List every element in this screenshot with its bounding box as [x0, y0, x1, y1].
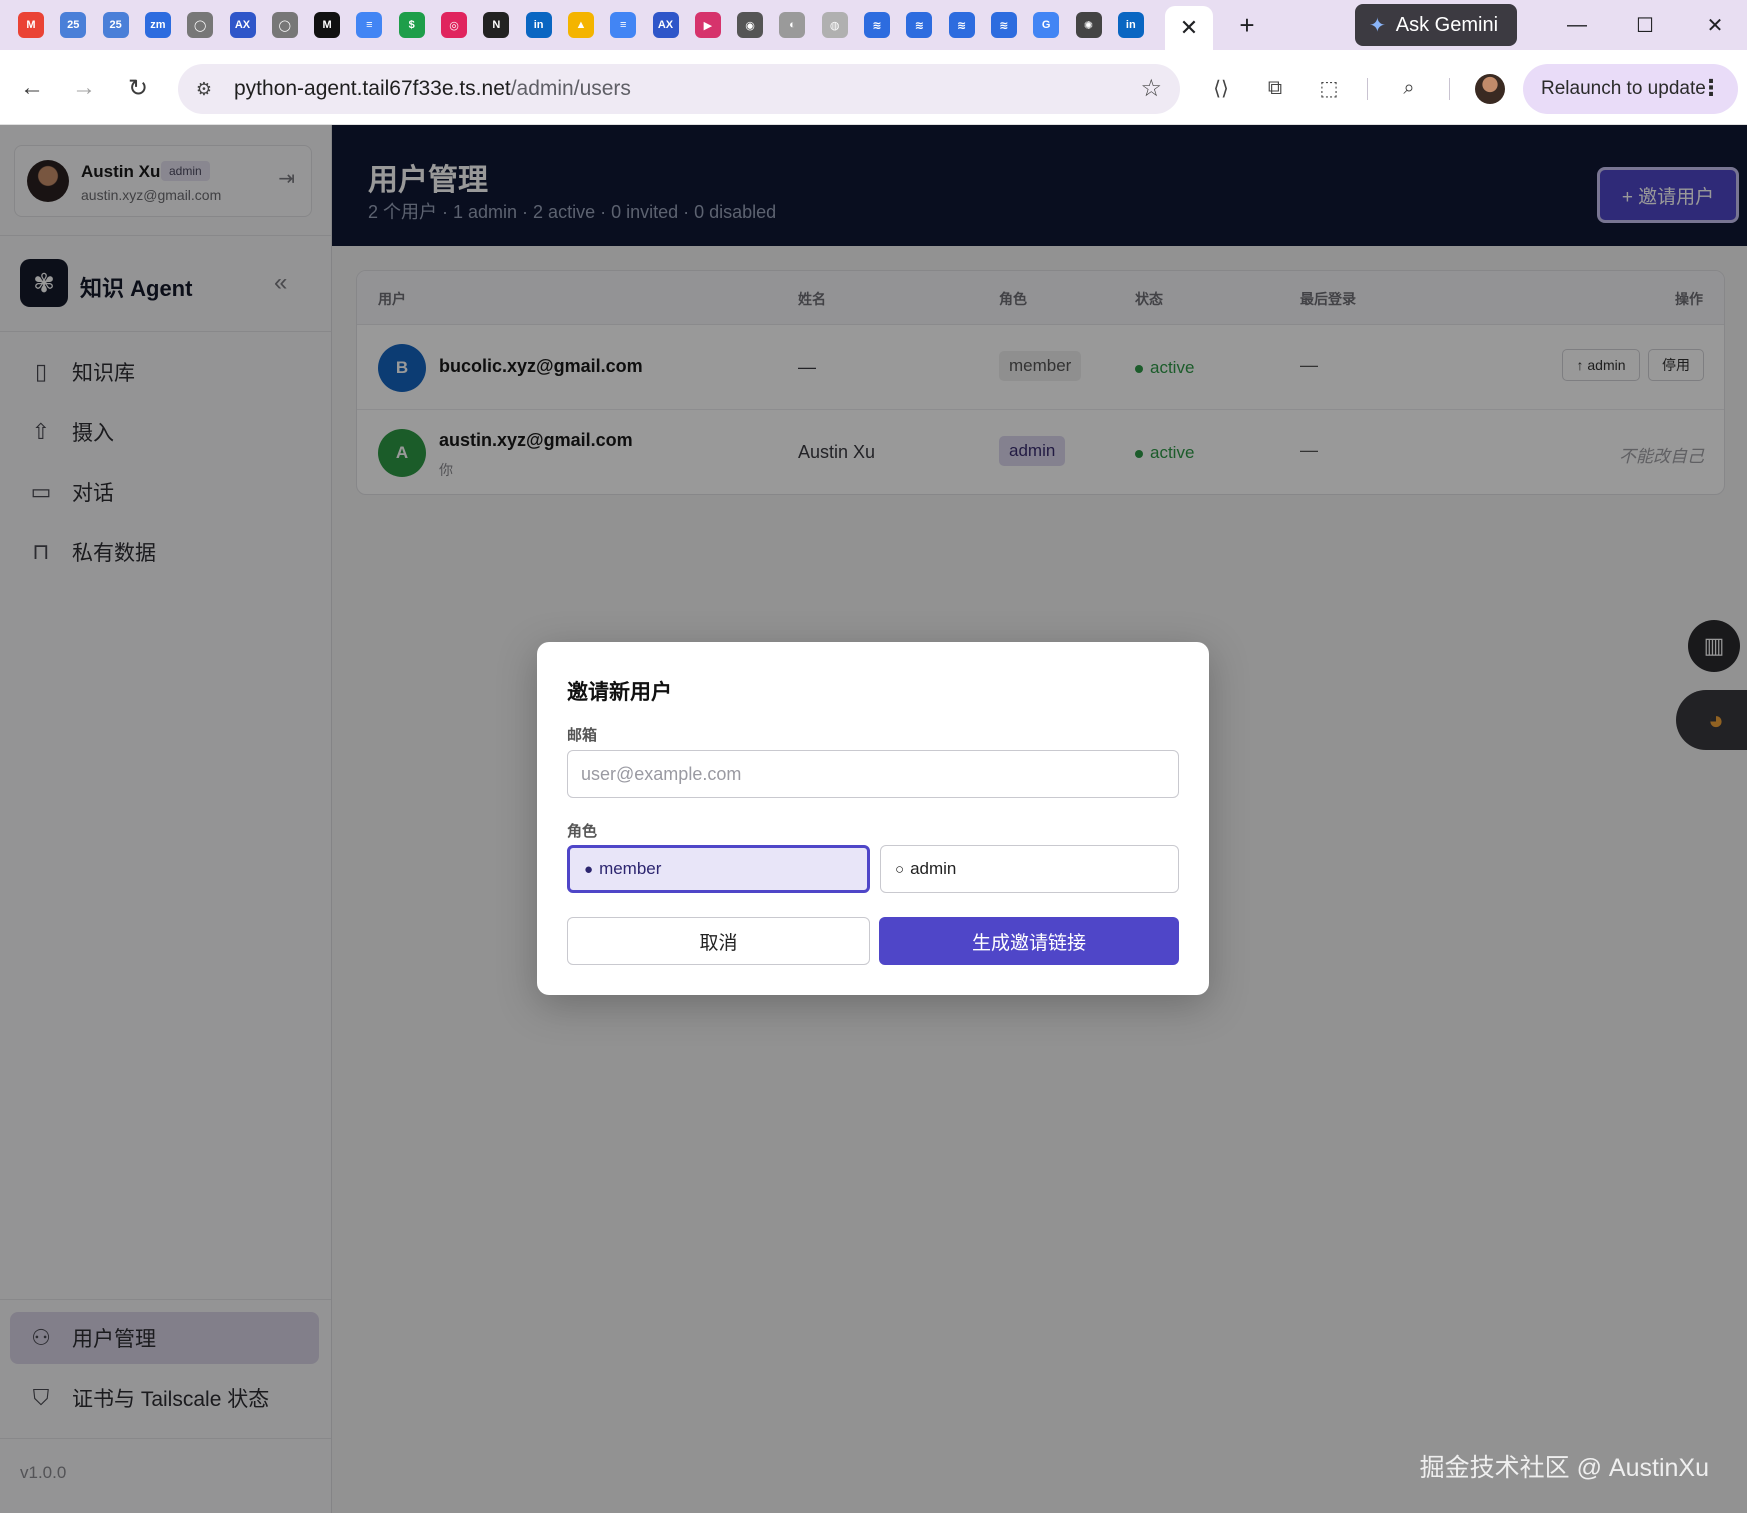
- role-field-label: 角色: [567, 823, 598, 840]
- lifebuoy-icon[interactable]: ◎: [441, 12, 467, 38]
- chrome-icon[interactable]: ◉: [737, 12, 764, 38]
- role-option-admin[interactable]: ○ admin: [880, 845, 1179, 893]
- linkedin-icon[interactable]: in: [1117, 12, 1144, 38]
- minimize-window-button[interactable]: —: [1552, 8, 1602, 42]
- calendar-icon[interactable]: 25: [60, 12, 87, 38]
- extension-code-icon[interactable]: ⟨⟩: [1205, 72, 1237, 104]
- site-info-icon[interactable]: ⚙: [190, 75, 218, 103]
- dollar-icon[interactable]: $: [398, 12, 425, 38]
- maximize-window-button[interactable]: ☐: [1620, 8, 1670, 42]
- forward-button[interactable]: →: [64, 68, 104, 108]
- ask-gemini-label: Ask Gemini: [1395, 13, 1499, 36]
- ax-icon[interactable]: AX: [652, 12, 679, 38]
- new-tab-button[interactable]: +: [1230, 8, 1264, 42]
- play-icon[interactable]: ▶: [694, 12, 721, 38]
- layers-icon[interactable]: ≋: [864, 12, 890, 38]
- fingerprint-icon[interactable]: ◍: [821, 12, 848, 38]
- profile-avatar[interactable]: [1475, 74, 1505, 104]
- gmail-icon[interactable]: M: [18, 12, 44, 38]
- radio-unselected-icon: ○: [895, 860, 905, 878]
- url-host: python-agent.tail67f33e.ts.net: [234, 77, 511, 100]
- globe-icon[interactable]: ◐: [779, 12, 806, 38]
- generate-invite-link-button[interactable]: 生成邀请链接: [879, 917, 1179, 965]
- openai-icon[interactable]: ✺: [1075, 12, 1102, 38]
- docs-icon[interactable]: ≡: [610, 12, 637, 38]
- gemini-sparkle-icon: ✦: [1369, 14, 1386, 37]
- ax-icon[interactable]: AX: [229, 12, 256, 38]
- watermark-text: 掘金技术社区 @ AustinXu: [1419, 1454, 1709, 1482]
- extensions-puzzle-icon[interactable]: ⬚: [1313, 72, 1345, 104]
- browser-tab-strip: M 25 25 zm ◯ AX ◯ M ≡ $ ◎ Nin ▲ ≡ AX ▶ ◉ ◐ ◍ ≋ ≋ ≋ ≋ G ✺ in ✕ + ✦…: [0, 0, 1747, 50]
- cancel-button[interactable]: 取消: [567, 917, 870, 965]
- dialog-title: 邀请新用户: [567, 681, 672, 704]
- linkedin-icon[interactable]: in: [525, 12, 552, 38]
- email-field[interactable]: [567, 750, 1179, 798]
- email-field-label: 邮箱: [567, 727, 598, 744]
- reload-button[interactable]: ↻: [118, 68, 158, 108]
- github-icon[interactable]: ◯: [187, 12, 214, 38]
- active-tab-close-button[interactable]: ✕: [1165, 6, 1213, 50]
- extension-copy-icon[interactable]: ⧉: [1259, 72, 1291, 104]
- google-icon[interactable]: G: [1033, 12, 1060, 38]
- toolbar-divider: [1449, 78, 1450, 100]
- calendar-icon[interactable]: 25: [102, 12, 129, 38]
- relaunch-button[interactable]: Relaunch to update ⋮: [1523, 64, 1738, 114]
- toolbar-divider: [1367, 78, 1368, 100]
- role-option-label: member: [599, 859, 662, 878]
- browser-toolbar: ← → ↻ ⚙ python-agent.tail67f33e.ts.net/a…: [0, 50, 1747, 125]
- zoom-icon[interactable]: zm: [144, 12, 171, 38]
- back-button[interactable]: ←: [12, 68, 52, 108]
- bookmark-star-icon[interactable]: ☆: [1140, 74, 1162, 103]
- role-option-label: admin: [910, 859, 957, 878]
- notion-icon[interactable]: N: [483, 12, 510, 38]
- relaunch-label: Relaunch to update: [1541, 78, 1706, 99]
- drive-icon[interactable]: ▲: [567, 12, 594, 38]
- address-bar[interactable]: ⚙ python-agent.tail67f33e.ts.net/admin/u…: [178, 64, 1180, 114]
- layers-icon[interactable]: ≋: [948, 12, 975, 38]
- medium-icon[interactable]: M: [314, 12, 341, 38]
- radio-selected-icon: ●: [584, 860, 594, 878]
- ask-gemini-button[interactable]: ✦ Ask Gemini: [1355, 4, 1517, 46]
- url-path: /admin/users: [510, 77, 631, 100]
- invite-user-dialog: 邀请新用户 邮箱 角色 ● member ○ admin 取消 生成邀请链接: [537, 642, 1209, 995]
- role-option-member[interactable]: ● member: [567, 845, 870, 893]
- docs-icon[interactable]: ≡: [356, 12, 383, 38]
- close-window-button[interactable]: ✕: [1690, 8, 1740, 42]
- layers-icon[interactable]: ≋: [990, 12, 1017, 38]
- url-text[interactable]: python-agent.tail67f33e.ts.net/admin/use…: [234, 77, 631, 101]
- layers-icon[interactable]: ≋: [906, 12, 933, 38]
- github-icon[interactable]: ◯: [271, 12, 298, 38]
- search-tab-icon[interactable]: ⌕: [1393, 72, 1425, 104]
- browser-menu-icon[interactable]: ⋮: [1700, 75, 1722, 101]
